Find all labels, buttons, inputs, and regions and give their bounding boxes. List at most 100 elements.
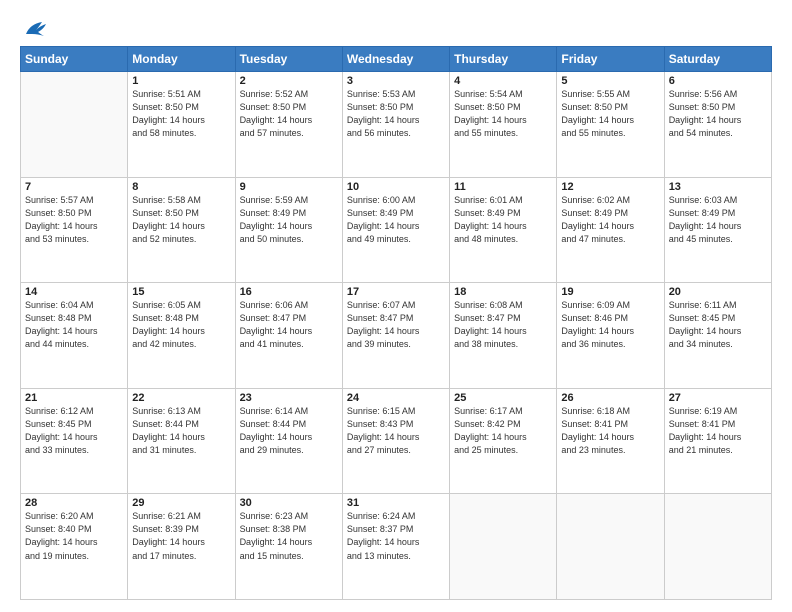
calendar-cell: 13Sunrise: 6:03 AM Sunset: 8:49 PM Dayli… bbox=[664, 177, 771, 283]
day-info: Sunrise: 6:11 AM Sunset: 8:45 PM Dayligh… bbox=[669, 299, 767, 351]
calendar-cell: 31Sunrise: 6:24 AM Sunset: 8:37 PM Dayli… bbox=[342, 494, 449, 600]
calendar-cell: 27Sunrise: 6:19 AM Sunset: 8:41 PM Dayli… bbox=[664, 388, 771, 494]
col-sunday: Sunday bbox=[21, 47, 128, 72]
day-number: 4 bbox=[454, 75, 552, 87]
day-info: Sunrise: 6:06 AM Sunset: 8:47 PM Dayligh… bbox=[240, 299, 338, 351]
day-info: Sunrise: 6:04 AM Sunset: 8:48 PM Dayligh… bbox=[25, 299, 123, 351]
day-info: Sunrise: 6:09 AM Sunset: 8:46 PM Dayligh… bbox=[561, 299, 659, 351]
day-info: Sunrise: 6:23 AM Sunset: 8:38 PM Dayligh… bbox=[240, 510, 338, 562]
day-info: Sunrise: 6:07 AM Sunset: 8:47 PM Dayligh… bbox=[347, 299, 445, 351]
day-info: Sunrise: 5:54 AM Sunset: 8:50 PM Dayligh… bbox=[454, 88, 552, 140]
day-info: Sunrise: 5:56 AM Sunset: 8:50 PM Dayligh… bbox=[669, 88, 767, 140]
calendar-cell: 11Sunrise: 6:01 AM Sunset: 8:49 PM Dayli… bbox=[450, 177, 557, 283]
day-number: 29 bbox=[132, 497, 230, 509]
calendar-cell: 15Sunrise: 6:05 AM Sunset: 8:48 PM Dayli… bbox=[128, 283, 235, 389]
day-number: 17 bbox=[347, 286, 445, 298]
day-number: 12 bbox=[561, 181, 659, 193]
day-info: Sunrise: 6:08 AM Sunset: 8:47 PM Dayligh… bbox=[454, 299, 552, 351]
day-info: Sunrise: 5:53 AM Sunset: 8:50 PM Dayligh… bbox=[347, 88, 445, 140]
calendar-cell: 18Sunrise: 6:08 AM Sunset: 8:47 PM Dayli… bbox=[450, 283, 557, 389]
calendar-cell: 21Sunrise: 6:12 AM Sunset: 8:45 PM Dayli… bbox=[21, 388, 128, 494]
day-info: Sunrise: 6:00 AM Sunset: 8:49 PM Dayligh… bbox=[347, 194, 445, 246]
day-number: 10 bbox=[347, 181, 445, 193]
day-info: Sunrise: 6:24 AM Sunset: 8:37 PM Dayligh… bbox=[347, 510, 445, 562]
day-info: Sunrise: 6:15 AM Sunset: 8:43 PM Dayligh… bbox=[347, 405, 445, 457]
calendar-cell: 7Sunrise: 5:57 AM Sunset: 8:50 PM Daylig… bbox=[21, 177, 128, 283]
calendar-cell: 9Sunrise: 5:59 AM Sunset: 8:49 PM Daylig… bbox=[235, 177, 342, 283]
day-number: 20 bbox=[669, 286, 767, 298]
logo bbox=[20, 16, 50, 38]
calendar-cell: 6Sunrise: 5:56 AM Sunset: 8:50 PM Daylig… bbox=[664, 72, 771, 178]
calendar-cell: 28Sunrise: 6:20 AM Sunset: 8:40 PM Dayli… bbox=[21, 494, 128, 600]
calendar-cell: 20Sunrise: 6:11 AM Sunset: 8:45 PM Dayli… bbox=[664, 283, 771, 389]
day-info: Sunrise: 6:13 AM Sunset: 8:44 PM Dayligh… bbox=[132, 405, 230, 457]
day-number: 13 bbox=[669, 181, 767, 193]
day-number: 24 bbox=[347, 392, 445, 404]
day-number: 8 bbox=[132, 181, 230, 193]
day-number: 22 bbox=[132, 392, 230, 404]
day-number: 28 bbox=[25, 497, 123, 509]
day-number: 27 bbox=[669, 392, 767, 404]
calendar-cell bbox=[664, 494, 771, 600]
calendar-cell: 25Sunrise: 6:17 AM Sunset: 8:42 PM Dayli… bbox=[450, 388, 557, 494]
day-number: 2 bbox=[240, 75, 338, 87]
day-info: Sunrise: 6:17 AM Sunset: 8:42 PM Dayligh… bbox=[454, 405, 552, 457]
day-info: Sunrise: 5:58 AM Sunset: 8:50 PM Dayligh… bbox=[132, 194, 230, 246]
calendar-cell: 8Sunrise: 5:58 AM Sunset: 8:50 PM Daylig… bbox=[128, 177, 235, 283]
day-number: 14 bbox=[25, 286, 123, 298]
calendar-cell: 3Sunrise: 5:53 AM Sunset: 8:50 PM Daylig… bbox=[342, 72, 449, 178]
day-info: Sunrise: 5:57 AM Sunset: 8:50 PM Dayligh… bbox=[25, 194, 123, 246]
calendar-cell: 16Sunrise: 6:06 AM Sunset: 8:47 PM Dayli… bbox=[235, 283, 342, 389]
day-number: 7 bbox=[25, 181, 123, 193]
day-number: 6 bbox=[669, 75, 767, 87]
col-thursday: Thursday bbox=[450, 47, 557, 72]
calendar-cell: 30Sunrise: 6:23 AM Sunset: 8:38 PM Dayli… bbox=[235, 494, 342, 600]
logo-bird-icon bbox=[22, 16, 50, 38]
col-friday: Friday bbox=[557, 47, 664, 72]
day-info: Sunrise: 5:55 AM Sunset: 8:50 PM Dayligh… bbox=[561, 88, 659, 140]
calendar-cell: 26Sunrise: 6:18 AM Sunset: 8:41 PM Dayli… bbox=[557, 388, 664, 494]
day-number: 31 bbox=[347, 497, 445, 509]
calendar-row: 28Sunrise: 6:20 AM Sunset: 8:40 PM Dayli… bbox=[21, 494, 772, 600]
day-number: 5 bbox=[561, 75, 659, 87]
calendar-cell: 2Sunrise: 5:52 AM Sunset: 8:50 PM Daylig… bbox=[235, 72, 342, 178]
day-number: 1 bbox=[132, 75, 230, 87]
day-number: 21 bbox=[25, 392, 123, 404]
header-row: Sunday Monday Tuesday Wednesday Thursday… bbox=[21, 47, 772, 72]
day-number: 15 bbox=[132, 286, 230, 298]
page: Sunday Monday Tuesday Wednesday Thursday… bbox=[0, 0, 792, 612]
day-info: Sunrise: 6:01 AM Sunset: 8:49 PM Dayligh… bbox=[454, 194, 552, 246]
day-number: 3 bbox=[347, 75, 445, 87]
day-number: 30 bbox=[240, 497, 338, 509]
day-number: 16 bbox=[240, 286, 338, 298]
calendar-cell: 29Sunrise: 6:21 AM Sunset: 8:39 PM Dayli… bbox=[128, 494, 235, 600]
day-number: 19 bbox=[561, 286, 659, 298]
col-tuesday: Tuesday bbox=[235, 47, 342, 72]
day-info: Sunrise: 5:59 AM Sunset: 8:49 PM Dayligh… bbox=[240, 194, 338, 246]
calendar-cell: 23Sunrise: 6:14 AM Sunset: 8:44 PM Dayli… bbox=[235, 388, 342, 494]
col-wednesday: Wednesday bbox=[342, 47, 449, 72]
day-info: Sunrise: 6:02 AM Sunset: 8:49 PM Dayligh… bbox=[561, 194, 659, 246]
calendar-cell: 19Sunrise: 6:09 AM Sunset: 8:46 PM Dayli… bbox=[557, 283, 664, 389]
day-info: Sunrise: 6:12 AM Sunset: 8:45 PM Dayligh… bbox=[25, 405, 123, 457]
day-info: Sunrise: 6:14 AM Sunset: 8:44 PM Dayligh… bbox=[240, 405, 338, 457]
calendar-row: 21Sunrise: 6:12 AM Sunset: 8:45 PM Dayli… bbox=[21, 388, 772, 494]
calendar-cell: 22Sunrise: 6:13 AM Sunset: 8:44 PM Dayli… bbox=[128, 388, 235, 494]
col-monday: Monday bbox=[128, 47, 235, 72]
day-number: 23 bbox=[240, 392, 338, 404]
day-number: 9 bbox=[240, 181, 338, 193]
calendar-table: Sunday Monday Tuesday Wednesday Thursday… bbox=[20, 46, 772, 600]
day-info: Sunrise: 6:21 AM Sunset: 8:39 PM Dayligh… bbox=[132, 510, 230, 562]
calendar-cell: 4Sunrise: 5:54 AM Sunset: 8:50 PM Daylig… bbox=[450, 72, 557, 178]
day-number: 11 bbox=[454, 181, 552, 193]
calendar-row: 7Sunrise: 5:57 AM Sunset: 8:50 PM Daylig… bbox=[21, 177, 772, 283]
calendar-cell: 1Sunrise: 5:51 AM Sunset: 8:50 PM Daylig… bbox=[128, 72, 235, 178]
calendar-cell: 17Sunrise: 6:07 AM Sunset: 8:47 PM Dayli… bbox=[342, 283, 449, 389]
calendar-cell: 12Sunrise: 6:02 AM Sunset: 8:49 PM Dayli… bbox=[557, 177, 664, 283]
day-info: Sunrise: 6:18 AM Sunset: 8:41 PM Dayligh… bbox=[561, 405, 659, 457]
day-info: Sunrise: 6:20 AM Sunset: 8:40 PM Dayligh… bbox=[25, 510, 123, 562]
day-info: Sunrise: 6:19 AM Sunset: 8:41 PM Dayligh… bbox=[669, 405, 767, 457]
day-info: Sunrise: 6:03 AM Sunset: 8:49 PM Dayligh… bbox=[669, 194, 767, 246]
calendar-row: 14Sunrise: 6:04 AM Sunset: 8:48 PM Dayli… bbox=[21, 283, 772, 389]
day-info: Sunrise: 5:51 AM Sunset: 8:50 PM Dayligh… bbox=[132, 88, 230, 140]
